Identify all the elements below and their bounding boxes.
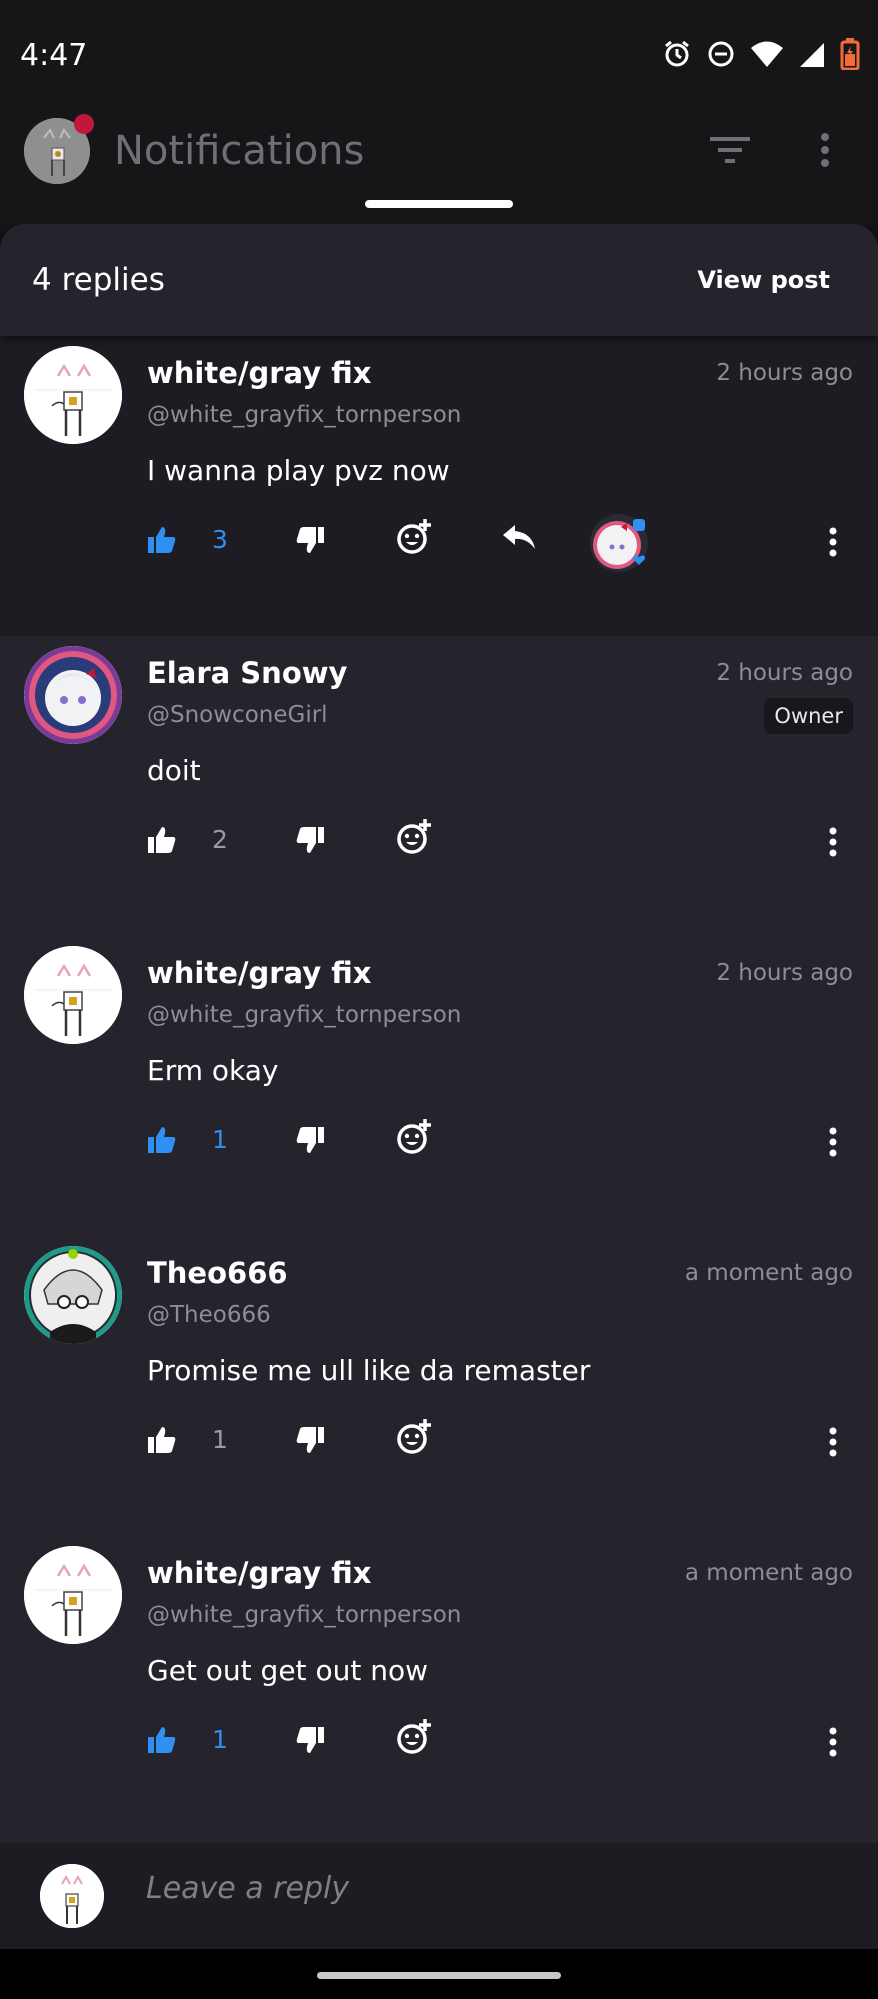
dislike-icon[interactable]: [296, 1427, 324, 1457]
owner-badge: Owner: [764, 698, 853, 734]
replies-count: 4 replies: [32, 262, 165, 298]
avatar[interactable]: [24, 946, 122, 1044]
comment-actions: 3: [0, 513, 878, 573]
like-icon[interactable]: [148, 1427, 176, 1457]
signal-icon: [798, 39, 826, 69]
like-count: 1: [212, 1425, 228, 1454]
comment-timestamp: a moment ago: [684, 1560, 853, 1586]
dislike-icon[interactable]: [296, 527, 324, 557]
like-icon[interactable]: [148, 1127, 176, 1157]
comment-actions: 1: [0, 1713, 878, 1773]
add-reaction-icon[interactable]: [396, 1719, 432, 1759]
replies-sheet: 4 replies View post white/gray fix @white…: [0, 224, 878, 1949]
status-time: 4:47: [20, 38, 88, 73]
comment-text: Erm okay: [147, 1054, 279, 1087]
avatar[interactable]: [24, 346, 122, 444]
comment-actions: 1: [0, 1113, 878, 1173]
battery-icon: [840, 38, 860, 70]
comment-item: Elara Snowy @SnowconeGirl 2 hours ago Owner…: [0, 636, 878, 936]
avatar[interactable]: [24, 646, 122, 744]
like-count: 3: [212, 525, 228, 554]
alarm-icon: [662, 39, 692, 69]
comment-item: white/gray fix @white_grayfix_tornperson a…: [0, 1536, 878, 1843]
comment-author-handle[interactable]: @Theo666: [147, 1302, 271, 1328]
avatar: [40, 1864, 104, 1928]
comment-author-handle[interactable]: @white_grayfix_tornperson: [147, 1602, 461, 1628]
comment-item: white/gray fix @white_grayfix_tornperson 2…: [0, 336, 878, 636]
avatar[interactable]: [24, 1246, 122, 1344]
comment-author-name[interactable]: white/gray fix: [147, 1556, 371, 1590]
sheet-drag-handle[interactable]: [365, 200, 513, 208]
comment-text: I wanna play pvz now: [147, 454, 450, 487]
more-vert-icon[interactable]: [829, 1427, 837, 1461]
page-title: Notifications: [114, 128, 365, 174]
comment-author-name[interactable]: white/gray fix: [147, 356, 371, 390]
like-count: 1: [212, 1725, 228, 1754]
reply-input[interactable]: [146, 1871, 796, 1906]
more-vert-icon[interactable]: [818, 132, 832, 172]
dnd-icon: [706, 39, 736, 69]
reply-icon[interactable]: [503, 525, 535, 553]
comment-author-handle[interactable]: @SnowconeGirl: [147, 702, 328, 728]
reply-bar: [0, 1843, 878, 1949]
status-bar: 4:47: [0, 0, 878, 110]
comment-actions: 1: [0, 1413, 878, 1473]
comment-author-handle[interactable]: @white_grayfix_tornperson: [147, 1002, 461, 1028]
comment-author-handle[interactable]: @white_grayfix_tornperson: [147, 402, 461, 428]
more-vert-icon[interactable]: [829, 1127, 837, 1161]
like-icon[interactable]: [148, 1727, 176, 1757]
more-vert-icon[interactable]: [829, 527, 837, 561]
comment-author-name[interactable]: white/gray fix: [147, 956, 371, 990]
comment-author-name[interactable]: Theo666: [147, 1256, 288, 1290]
reacted-user-avatar[interactable]: [589, 513, 649, 573]
status-icons: [662, 38, 860, 70]
home-gesture-handle[interactable]: [317, 1972, 561, 1979]
wifi-icon: [750, 39, 784, 69]
comment-author-name[interactable]: Elara Snowy: [147, 656, 347, 690]
comment-item: white/gray fix @white_grayfix_tornperson 2…: [0, 936, 878, 1236]
like-icon[interactable]: [148, 527, 176, 557]
app-bar: Notifications: [0, 110, 878, 225]
comment-item: Theo666 @Theo666 a moment ago Promise me ul…: [0, 1236, 878, 1536]
dislike-icon[interactable]: [296, 1127, 324, 1157]
add-reaction-icon[interactable]: [396, 1419, 432, 1459]
dislike-icon[interactable]: [296, 827, 324, 857]
add-reaction-icon[interactable]: [396, 519, 432, 559]
comment-timestamp: 2 hours ago: [716, 960, 853, 986]
more-vert-icon[interactable]: [829, 827, 837, 861]
comment-text: Promise me ull like da remaster: [147, 1354, 591, 1387]
like-icon[interactable]: [148, 827, 176, 857]
system-nav-bar: [0, 1949, 878, 1999]
view-post-button[interactable]: View post: [697, 266, 830, 294]
comment-timestamp: a moment ago: [684, 1260, 853, 1286]
comment-actions: 2: [0, 813, 878, 873]
comment-text: doit: [147, 754, 201, 787]
like-count: 2: [212, 825, 228, 854]
sheet-header: 4 replies View post: [0, 224, 878, 336]
add-reaction-icon[interactable]: [396, 819, 432, 859]
comment-timestamp: 2 hours ago: [716, 660, 853, 686]
more-vert-icon[interactable]: [829, 1727, 837, 1761]
add-reaction-icon[interactable]: [396, 1119, 432, 1159]
like-count: 1: [212, 1125, 228, 1154]
comment-timestamp: 2 hours ago: [716, 360, 853, 386]
notification-dot: [74, 114, 94, 134]
filter-icon[interactable]: [710, 134, 750, 170]
comment-text: Get out get out now: [147, 1654, 428, 1687]
avatar[interactable]: [24, 1546, 122, 1644]
dislike-icon[interactable]: [296, 1727, 324, 1757]
